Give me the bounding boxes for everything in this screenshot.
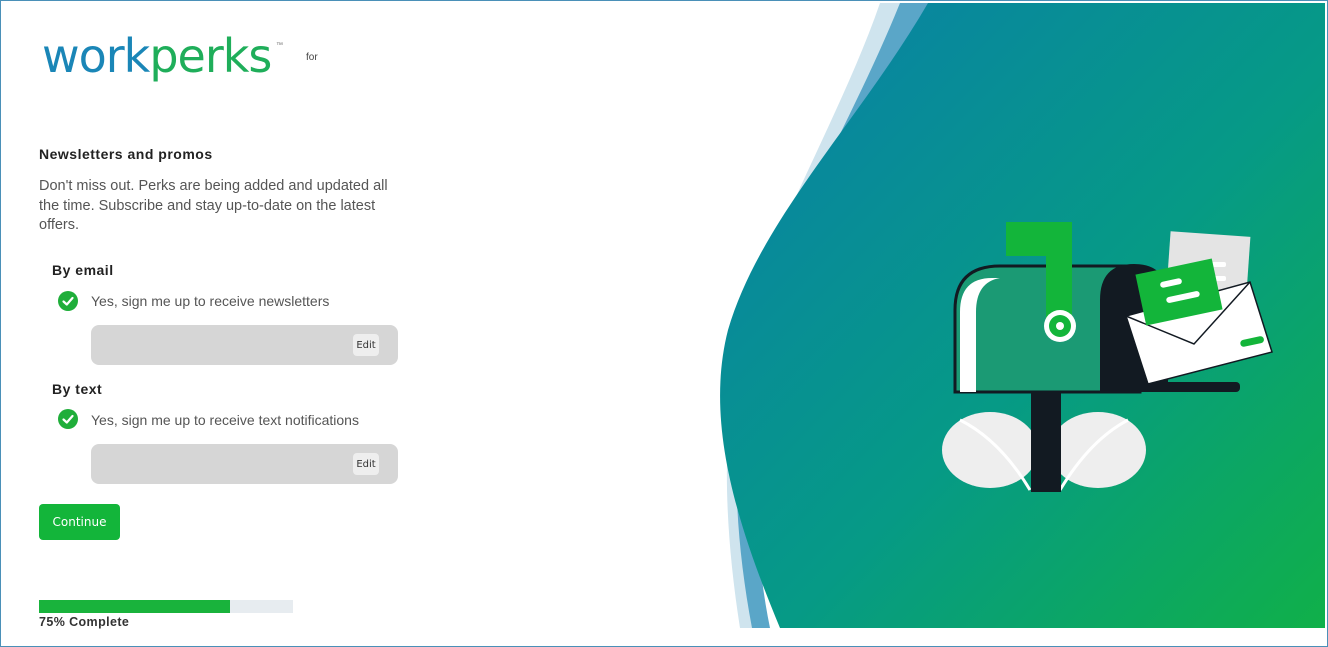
check-icon <box>62 296 74 306</box>
text-section-heading: By text <box>52 381 103 397</box>
workperks-logo: workperks <box>42 29 272 83</box>
text-checkbox-label: Yes, sign me up to receive text notifica… <box>91 412 359 428</box>
for-label: for <box>306 52 318 63</box>
check-icon <box>62 414 74 424</box>
email-field[interactable]: Edit <box>91 325 398 365</box>
email-checkbox-label: Yes, sign me up to receive newsletters <box>91 293 330 309</box>
progress-bar-fill <box>39 600 230 613</box>
progress-label: 75% Complete <box>39 615 130 629</box>
page-description: Don't miss out. Perks are being added an… <box>39 178 388 233</box>
phone-field[interactable]: Edit <box>91 444 398 484</box>
hero-illustration <box>720 3 1325 628</box>
email-section-heading: By email <box>52 262 114 278</box>
progress-bar <box>39 600 293 613</box>
email-checkbox[interactable] <box>58 291 78 311</box>
continue-button[interactable]: Continue <box>39 504 120 540</box>
email-edit-button[interactable]: Edit <box>353 334 379 356</box>
phone-edit-button[interactable]: Edit <box>353 453 379 475</box>
page-title: Newsletters and promos <box>39 146 213 162</box>
text-checkbox[interactable] <box>58 409 78 429</box>
trademark-symbol: ™ <box>276 42 283 49</box>
